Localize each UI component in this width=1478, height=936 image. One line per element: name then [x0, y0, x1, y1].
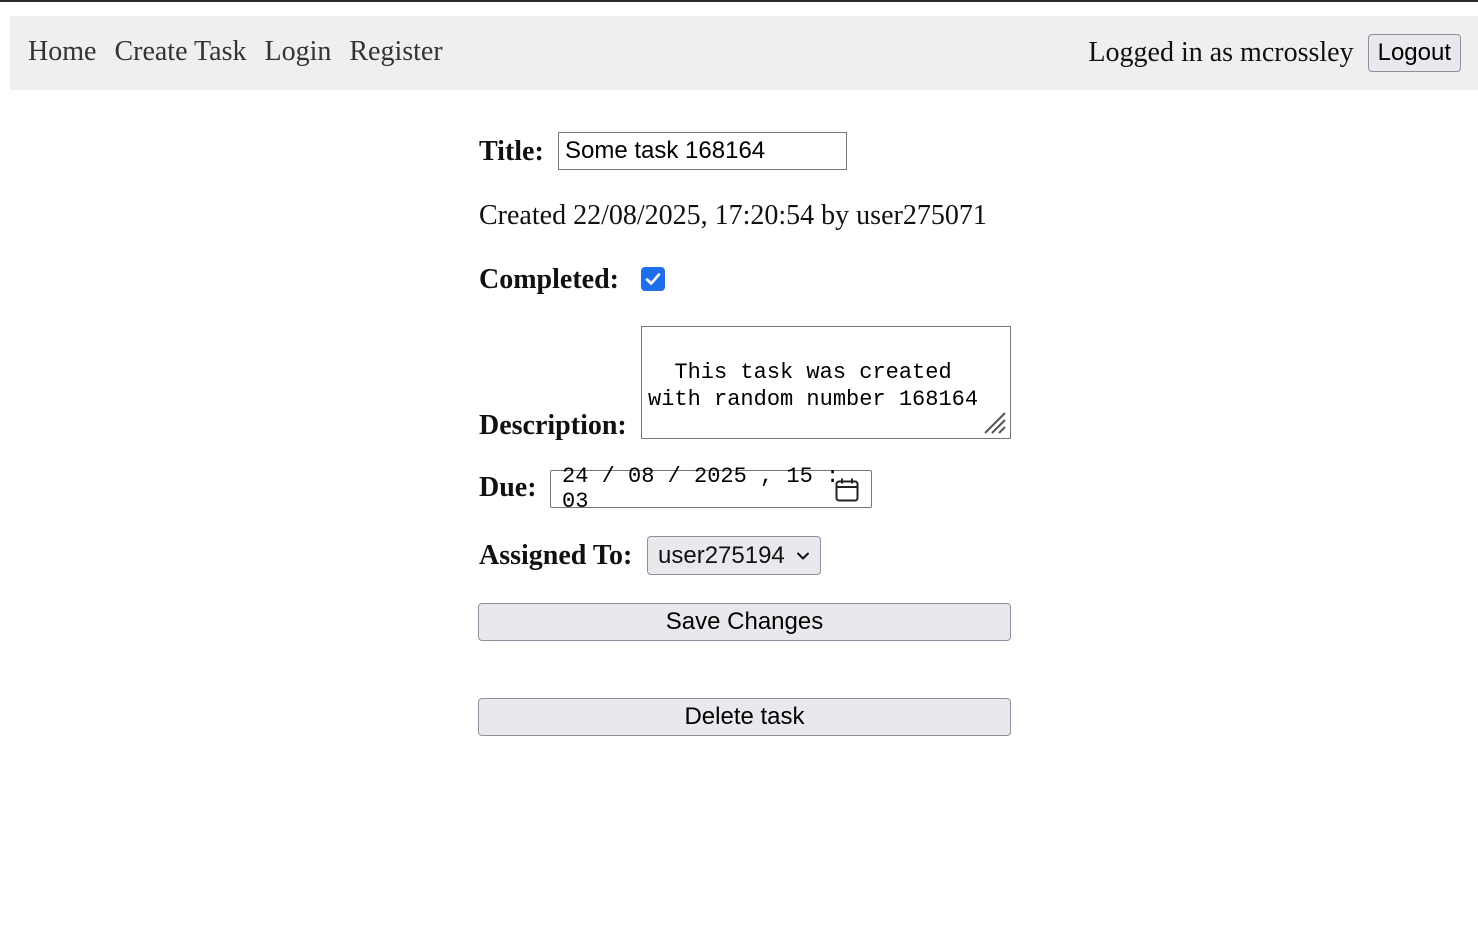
- title-input[interactable]: [558, 132, 847, 170]
- checkmark-icon: [645, 273, 661, 285]
- due-value: 24 / 08 / 2025 , 15 : 03: [562, 464, 840, 514]
- logout-button[interactable]: Logout: [1367, 34, 1461, 72]
- resize-handle-icon[interactable]: [981, 409, 1007, 435]
- description-textarea[interactable]: This task was created with random number…: [641, 326, 1011, 439]
- logged-in-text: Logged in as mcrossley: [1088, 37, 1354, 68]
- delete-task-button[interactable]: Delete task: [478, 698, 1011, 736]
- assigned-to-select[interactable]: user275194: [647, 536, 821, 575]
- calendar-icon[interactable]: [834, 477, 860, 503]
- navbar: Home Create Task Login Register Logged i…: [10, 16, 1478, 90]
- title-label: Title:: [479, 136, 544, 167]
- assigned-label: Assigned To:: [479, 540, 633, 571]
- nav-link-register[interactable]: Register: [349, 36, 442, 68]
- assigned-value: user275194: [658, 541, 785, 569]
- nav-link-home[interactable]: Home: [28, 36, 96, 68]
- completed-checkbox[interactable]: [641, 267, 665, 291]
- user-area: Logged in as mcrossley Logout: [1088, 34, 1461, 72]
- nav-link-login[interactable]: Login: [264, 36, 331, 68]
- due-label: Due:: [479, 472, 537, 503]
- chevron-down-icon: [797, 552, 809, 560]
- nav-links: Home Create Task Login Register: [28, 36, 443, 68]
- created-info: Created 22/08/2025, 17:20:54 by user2750…: [479, 200, 987, 231]
- save-changes-button[interactable]: Save Changes: [478, 603, 1011, 641]
- description-text: This task was created with random number…: [648, 360, 979, 412]
- nav-link-create-task[interactable]: Create Task: [114, 36, 246, 68]
- completed-label: Completed:: [479, 264, 619, 295]
- description-label: Description:: [479, 410, 627, 441]
- due-datetime-input[interactable]: 24 / 08 / 2025 , 15 : 03: [550, 464, 872, 514]
